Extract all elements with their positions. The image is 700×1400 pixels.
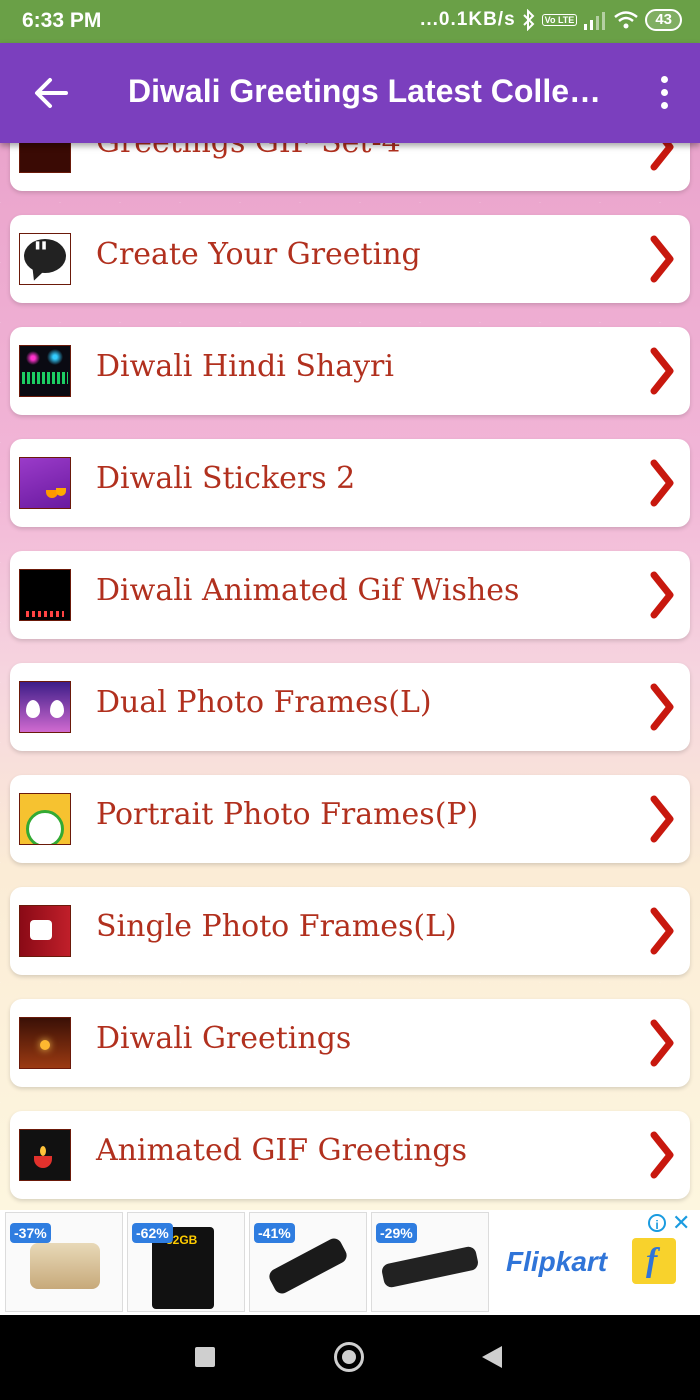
arrow-left-icon[interactable]	[30, 71, 70, 115]
status-bar: 6:33 PM ...0.1KB/s Vo LTE 43	[0, 0, 700, 43]
battery-icon: 43	[645, 9, 682, 31]
item-thumbnail	[19, 1129, 71, 1181]
ad-banner[interactable]: -37% -62% -41% -29% Flipkart i ✕	[0, 1210, 700, 1315]
ad-product-sdcard[interactable]: -62%	[127, 1212, 245, 1312]
list-item[interactable]: Portrait Photo Frames(P)	[10, 775, 690, 863]
list-item-label: Create Your Greeting	[96, 237, 421, 272]
wifi-icon	[614, 11, 639, 29]
menu-list: Greetings GIF Set-4 " Create Your Greeti…	[0, 143, 700, 1210]
list-item[interactable]: Animated GIF Greetings	[10, 1111, 690, 1199]
list-item[interactable]: Greetings GIF Set-4	[10, 143, 690, 191]
list-item-label: Greetings GIF Set-4	[96, 143, 401, 160]
chevron-right-icon	[650, 235, 674, 283]
product-image	[380, 1245, 480, 1289]
item-thumbnail	[19, 681, 71, 733]
chevron-right-icon	[650, 459, 674, 507]
close-icon[interactable]: ✕	[672, 1210, 690, 1236]
system-nav-bar	[0, 1315, 700, 1400]
bluetooth-icon	[522, 9, 535, 31]
chevron-right-icon	[650, 571, 674, 619]
list-item[interactable]: Single Photo Frames(L)	[10, 887, 690, 975]
home-icon[interactable]	[334, 1342, 364, 1372]
item-thumbnail	[19, 1017, 71, 1069]
list-item[interactable]: Diwali Animated Gif Wishes	[10, 551, 690, 639]
status-time: 6:33 PM	[22, 9, 102, 32]
list-item-label: Single Photo Frames(L)	[96, 909, 457, 944]
chevron-right-icon	[650, 907, 674, 955]
app-toolbar: Diwali Greetings Latest Colle…	[0, 43, 700, 143]
chevron-right-icon	[650, 683, 674, 731]
more-vert-icon[interactable]	[654, 73, 674, 113]
volte-icon: Vo LTE	[541, 14, 578, 26]
item-thumbnail	[19, 457, 71, 509]
item-thumbnail	[19, 143, 71, 173]
list-item-label: Dual Photo Frames(L)	[96, 685, 432, 720]
list-item-label: Diwali Greetings	[96, 1021, 352, 1056]
item-thumbnail	[19, 569, 71, 621]
product-image	[30, 1243, 100, 1289]
chevron-right-icon	[650, 795, 674, 843]
info-icon[interactable]: i	[648, 1214, 666, 1232]
list-item[interactable]: Dual Photo Frames(L)	[10, 663, 690, 751]
flipkart-bag-icon	[632, 1238, 676, 1284]
list-item-label: Diwali Animated Gif Wishes	[96, 573, 520, 608]
list-item-label: Animated GIF Greetings	[96, 1133, 468, 1168]
list-item[interactable]: Diwali Stickers 2	[10, 439, 690, 527]
list-item[interactable]: Diwali Hindi Shayri	[10, 327, 690, 415]
ad-product-usb[interactable]: -41%	[249, 1212, 367, 1312]
ad-product-pendrive[interactable]: -37%	[5, 1212, 123, 1312]
chevron-right-icon	[650, 1019, 674, 1067]
list-item-label: Diwali Stickers 2	[96, 461, 356, 496]
network-speed: ...0.1KB/s	[420, 9, 516, 30]
chevron-right-icon	[650, 1131, 674, 1179]
flipkart-logo[interactable]: Flipkart	[506, 1246, 607, 1278]
item-thumbnail	[19, 793, 71, 845]
signal-icon	[584, 12, 606, 30]
chevron-right-icon	[650, 143, 674, 171]
ad-product-otg[interactable]: -29%	[371, 1212, 489, 1312]
back-triangle-icon[interactable]	[482, 1346, 502, 1368]
discount-badge: -29%	[376, 1223, 417, 1243]
discount-badge: -62%	[132, 1223, 173, 1243]
discount-badge: -37%	[10, 1223, 51, 1243]
list-item-label: Diwali Hindi Shayri	[96, 349, 394, 384]
page-title: Diwali Greetings Latest Colle…	[128, 73, 601, 109]
list-item-label: Portrait Photo Frames(P)	[96, 797, 479, 832]
status-icons: ...0.1KB/s Vo LTE 43	[420, 9, 682, 31]
chevron-right-icon	[650, 347, 674, 395]
product-image	[266, 1235, 350, 1297]
item-thumbnail	[19, 905, 71, 957]
list-item[interactable]: Diwali Greetings	[10, 999, 690, 1087]
list-item[interactable]: " Create Your Greeting	[10, 215, 690, 303]
item-thumbnail: "	[19, 233, 71, 285]
recents-icon[interactable]	[195, 1347, 215, 1367]
discount-badge: -41%	[254, 1223, 295, 1243]
item-thumbnail	[19, 345, 71, 397]
